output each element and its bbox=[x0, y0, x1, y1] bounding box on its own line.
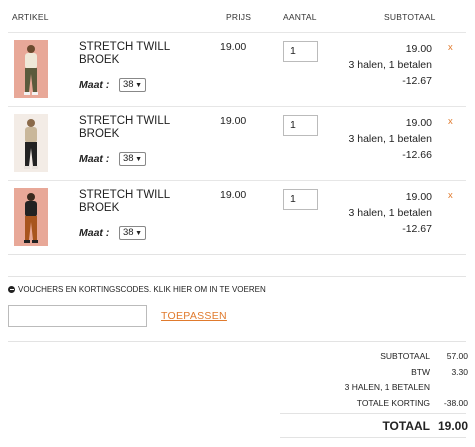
column-header-artikel: ARTIKEL bbox=[12, 12, 49, 22]
divider bbox=[8, 254, 466, 255]
discount-value: -12.66 bbox=[402, 149, 432, 161]
size-select[interactable]: 38 ▼ bbox=[119, 226, 146, 240]
divider bbox=[8, 276, 466, 277]
quantity-input[interactable]: 1 bbox=[283, 189, 318, 210]
chevron-down-icon: ▼ bbox=[135, 230, 142, 237]
product-name[interactable]: STRETCH TWILL BROEK bbox=[79, 189, 199, 215]
total-discount-label: TOTALE KORTING bbox=[356, 398, 430, 408]
column-header-subtotaal: SUBTOTAAL bbox=[384, 12, 436, 22]
size-label: Maat : bbox=[79, 79, 110, 91]
chevron-down-icon: ▼ bbox=[135, 82, 142, 89]
product-photo[interactable] bbox=[14, 188, 48, 246]
subtotal-value: 19.00 bbox=[405, 43, 432, 55]
chevron-down-icon: ▼ bbox=[135, 156, 142, 163]
remove-item-button[interactable]: x bbox=[448, 42, 453, 53]
divider bbox=[8, 341, 466, 342]
promo-text: 3 halen, 1 betalen bbox=[348, 133, 433, 145]
item-subtotal: 19.00 3 halen, 1 betalen -12.67 bbox=[349, 189, 433, 237]
size-select[interactable]: 38 ▼ bbox=[119, 78, 146, 92]
vat-amount: 3.30 bbox=[451, 367, 468, 377]
promo-label: 3 HALEN, 1 BETALEN bbox=[344, 382, 430, 392]
voucher-toggle-link[interactable]: VOUCHERS EN KORTINGSCODES. KLIK HIER OM … bbox=[8, 285, 266, 294]
product-name[interactable]: STRETCH TWILL BROEK bbox=[79, 115, 199, 141]
grand-total-label: TOTAAL bbox=[382, 419, 430, 433]
product-name[interactable]: STRETCH TWILL BROEK bbox=[79, 41, 199, 67]
promo-text: 3 halen, 1 betalen bbox=[348, 207, 433, 219]
discount-value: -12.67 bbox=[402, 223, 432, 235]
unit-price: 19.00 bbox=[220, 115, 247, 127]
quantity-input[interactable]: 1 bbox=[283, 41, 318, 62]
column-header-prijs: PRIJS bbox=[226, 12, 252, 22]
size-value: 38 bbox=[123, 153, 134, 164]
grand-total-amount: 19.00 bbox=[437, 419, 468, 433]
remove-item-button[interactable]: x bbox=[448, 190, 453, 201]
column-header-aantal: AANTAL bbox=[283, 12, 317, 22]
unit-price: 19.00 bbox=[220, 189, 247, 201]
cart-item-row: STRETCH TWILL BROEK Maat : 38 ▼ 19.00 1 … bbox=[8, 106, 466, 180]
item-subtotal: 19.00 3 halen, 1 betalen -12.67 bbox=[349, 41, 433, 89]
product-photo[interactable] bbox=[14, 114, 48, 172]
apply-voucher-button[interactable]: TOEPASSEN bbox=[161, 310, 227, 322]
cart-item-row: STRETCH TWILL BROEK Maat : 38 ▼ 19.00 1 … bbox=[8, 180, 466, 254]
vat-label: BTW bbox=[411, 367, 430, 377]
divider bbox=[280, 413, 466, 414]
divider bbox=[280, 437, 466, 438]
subtotal-amount: 57.00 bbox=[446, 351, 468, 361]
remove-item-button[interactable]: x bbox=[448, 116, 453, 127]
subtotal-value: 19.00 bbox=[405, 191, 432, 203]
subtotal-value: 19.00 bbox=[405, 117, 432, 129]
quantity-input[interactable]: 1 bbox=[283, 115, 318, 136]
total-discount-amount: -38.00 bbox=[443, 398, 468, 408]
subtotal-label: SUBTOTAAL bbox=[380, 351, 430, 361]
product-photo[interactable] bbox=[14, 40, 48, 98]
size-value: 38 bbox=[123, 79, 134, 90]
discount-value: -12.67 bbox=[402, 75, 432, 87]
size-label: Maat : bbox=[79, 153, 110, 165]
voucher-code-input[interactable] bbox=[8, 305, 147, 327]
minus-circle-icon bbox=[8, 286, 15, 293]
unit-price: 19.00 bbox=[220, 41, 247, 53]
cart-item-row: STRETCH TWILL BROEK Maat : 38 ▼ 19.00 1 … bbox=[8, 32, 466, 106]
voucher-toggle-text: VOUCHERS EN KORTINGSCODES. KLIK HIER OM … bbox=[18, 285, 266, 294]
promo-text: 3 halen, 1 betalen bbox=[348, 59, 433, 71]
size-value: 38 bbox=[123, 227, 134, 238]
item-subtotal: 19.00 3 halen, 1 betalen -12.66 bbox=[349, 115, 433, 163]
size-select[interactable]: 38 ▼ bbox=[119, 152, 146, 166]
size-label: Maat : bbox=[79, 227, 110, 239]
